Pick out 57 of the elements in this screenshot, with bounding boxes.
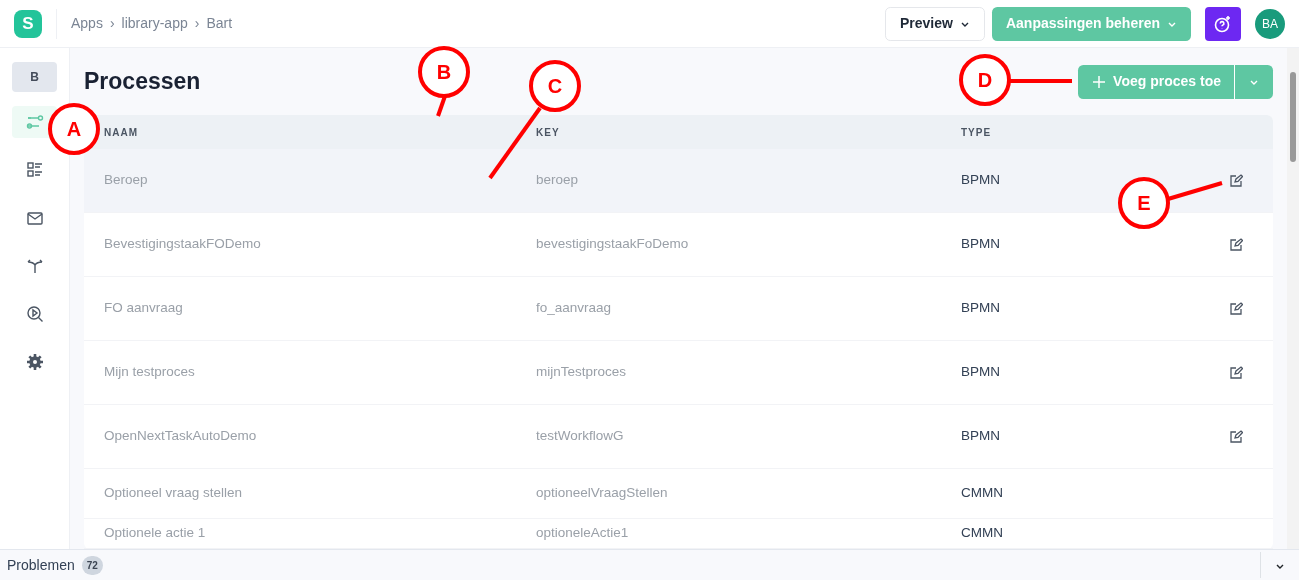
table-cell-text: OpenNextTaskAutoDemo (103, 427, 258, 446)
table-cell-text: optioneleActie1 (536, 524, 630, 543)
help-sparkle-icon (1213, 13, 1233, 34)
plus-icon (1092, 74, 1107, 89)
manage-changes-button[interactable]: Aanpassingen beheren (991, 6, 1191, 41)
preview-button[interactable]: Preview (885, 6, 985, 41)
column-header: TYPE (961, 125, 993, 140)
table-cell-text: BPMN (961, 299, 1000, 318)
callout-marker: D (959, 54, 1011, 106)
table-cell-text: BPMN (961, 427, 1000, 446)
leader-line (1010, 79, 1072, 83)
leader-line (1167, 181, 1223, 201)
table-cell-text: BPMN (961, 363, 1000, 382)
scrollbar[interactable] (1287, 48, 1299, 549)
add-process-button[interactable]: Voeg proces toe (1078, 64, 1235, 99)
help-button[interactable] (1205, 6, 1241, 41)
table-cell-text: testWorkflowG (536, 427, 625, 446)
column-header: NAAM (103, 125, 139, 140)
breadcrumb-separator: › (194, 14, 200, 33)
table-cell-text: Optioneel vraag stellen (103, 484, 244, 503)
list-icon (24, 160, 45, 180)
callout-marker: B (418, 46, 470, 98)
leader-line (436, 95, 447, 117)
table-cell-text: bevestigingstaakFoDemo (536, 235, 690, 254)
edit-icon (1229, 237, 1243, 252)
table-cell-text: fo_aanvraag (536, 299, 613, 318)
page-title: Processen (84, 67, 201, 96)
problems-label[interactable]: Problemen (7, 554, 75, 576)
breadcrumb-separator: › (109, 14, 115, 33)
workspace-badge[interactable]: B (12, 62, 57, 92)
table-cell-text: BevestigingstaakFODemo (103, 235, 262, 254)
edit-icon (1229, 173, 1243, 188)
table-cell-text: beroep (536, 171, 580, 190)
callout-marker: C (529, 60, 581, 112)
sliders-icon (24, 112, 45, 132)
edit-icon (1229, 301, 1243, 316)
app-logo[interactable]: S (14, 9, 42, 38)
table-cell-text: FO aanvraag (103, 299, 184, 318)
breadcrumb-link[interactable]: Bart (206, 13, 233, 34)
table-cell-text: mijnTestproces (536, 363, 628, 382)
table-cell-text: Optionele actie 1 (103, 524, 207, 543)
table-cell-text: BPMN (961, 235, 1000, 254)
table-cell-text: CMMN (961, 484, 1003, 503)
table-cell-text: BPMN (961, 171, 1000, 190)
column-header: KEY (536, 125, 561, 140)
table-cell-text: Mijn testproces (103, 363, 196, 382)
settings-icon (24, 352, 45, 372)
table-cell-text: CMMN (961, 524, 1003, 543)
table-cell-text: optioneelVraagStellen (536, 484, 669, 503)
breadcrumb-link[interactable]: library-app (121, 13, 188, 34)
breadcrumb-link[interactable]: Apps (71, 13, 103, 34)
table-cell-text: Beroep (103, 171, 149, 190)
problems-count: 72 (81, 555, 103, 575)
user-avatar[interactable]: BA (1255, 8, 1285, 39)
edit-icon (1229, 429, 1243, 444)
search-icon (24, 304, 45, 324)
edit-icon (1229, 365, 1243, 380)
